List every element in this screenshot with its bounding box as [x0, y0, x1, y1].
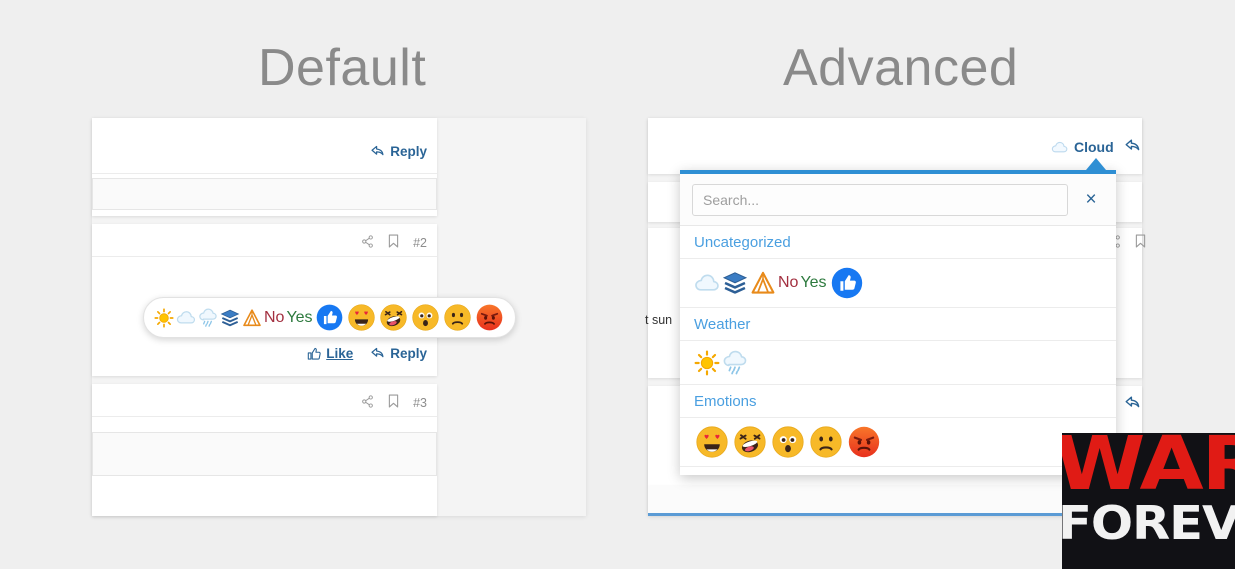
emoji-picker-popup[interactable]: × Uncategorized NoYes Weather — [680, 170, 1116, 475]
tent-icon[interactable] — [750, 270, 776, 296]
frowning-icon[interactable] — [443, 303, 473, 333]
reply-icon — [371, 145, 384, 156]
post-card-1: Reply — [92, 118, 437, 216]
no-text[interactable]: No — [264, 309, 284, 327]
category-items-row: No Yes — [680, 259, 1116, 308]
heart-eyes-icon[interactable] — [347, 303, 377, 333]
clipped-post-text: t sun — [645, 313, 673, 327]
post-2-actions: Like Reply — [307, 346, 427, 361]
watermark-line-1: WAR — [1062, 433, 1235, 507]
thumbs-up-icon[interactable] — [829, 265, 865, 301]
like-link-label: Like — [326, 346, 354, 361]
rofl-icon[interactable] — [732, 424, 768, 460]
category-header: Weather — [680, 308, 1116, 341]
shocked-icon[interactable] — [411, 303, 441, 333]
cloud-icon[interactable] — [176, 310, 196, 325]
tent-icon[interactable] — [242, 308, 262, 328]
screenshot-root: Default Advanced Reply #2 Like Reply #3 … — [0, 0, 1235, 569]
reply-link[interactable]: Reply — [371, 144, 427, 159]
close-icon[interactable]: × — [1078, 187, 1104, 213]
share-icon[interactable] — [361, 394, 374, 411]
post-card-3: #3 — [92, 384, 437, 516]
like-link[interactable]: Like — [307, 346, 353, 361]
reaction-picker-bar[interactable]: No Yes — [143, 297, 516, 338]
layers-icon[interactable] — [722, 270, 748, 296]
cloud-reaction-label: Cloud — [1074, 139, 1114, 155]
post-3-meta: #3 — [361, 394, 427, 411]
frowning-icon[interactable] — [808, 424, 844, 460]
search-input[interactable] — [692, 183, 1068, 216]
cloud-icon — [1051, 141, 1068, 153]
post-number[interactable]: #3 — [413, 396, 427, 410]
divider — [92, 416, 437, 417]
cloud-icon[interactable] — [694, 273, 720, 293]
watermark: WAR FOREVER — [1062, 433, 1235, 569]
divider — [92, 256, 437, 257]
sun-icon[interactable] — [154, 307, 174, 328]
reply-link[interactable]: Reply — [371, 346, 427, 361]
thumbs-up-icon[interactable] — [315, 303, 345, 333]
picker-categories: Uncategorized No Yes Weather Emotions — [680, 226, 1116, 467]
bookmark-icon[interactable] — [388, 394, 399, 411]
angry-icon[interactable] — [846, 424, 882, 460]
advanced-reply-icon-2[interactable] — [1125, 396, 1141, 415]
reply-link-label: Reply — [390, 144, 427, 159]
picker-caret — [1086, 158, 1106, 170]
advanced-reply-icon-1[interactable] — [1125, 139, 1141, 158]
yes-text[interactable]: Yes — [800, 274, 826, 292]
reply-link-label: Reply — [390, 346, 427, 361]
category-items-row — [680, 418, 1116, 467]
cloud-reaction-tag[interactable]: Cloud — [1051, 139, 1114, 155]
post-2-meta: #2 — [361, 234, 427, 251]
category-header: Emotions — [680, 385, 1116, 418]
page-title-default: Default — [258, 39, 427, 97]
no-text[interactable]: No — [778, 274, 798, 292]
rain-cloud-icon[interactable] — [722, 350, 748, 376]
rain-cloud-icon[interactable] — [198, 308, 218, 328]
bookmark-icon[interactable] — [1135, 234, 1146, 251]
picker-search-row: × — [680, 174, 1116, 226]
category-header: Uncategorized — [680, 226, 1116, 259]
heart-eyes-icon[interactable] — [694, 424, 730, 460]
layers-icon[interactable] — [220, 308, 240, 328]
yes-text[interactable]: Yes — [286, 309, 312, 327]
bookmark-icon[interactable] — [388, 234, 399, 251]
watermark-line-2: FOREVER — [1062, 496, 1235, 550]
page-title-advanced: Advanced — [783, 39, 1019, 97]
shocked-icon[interactable] — [770, 424, 806, 460]
post-1-body-field — [92, 178, 437, 210]
post-1-actions: Reply — [371, 144, 427, 159]
thumbs-up-outline-icon — [307, 347, 321, 360]
rofl-icon[interactable] — [379, 303, 409, 333]
category-items-row — [680, 341, 1116, 385]
share-icon[interactable] — [361, 234, 374, 251]
sun-icon[interactable] — [694, 350, 720, 376]
angry-icon[interactable] — [475, 303, 505, 333]
divider — [92, 173, 437, 174]
post-number[interactable]: #2 — [413, 236, 427, 250]
post-3-body-field — [92, 432, 437, 476]
reply-icon — [371, 347, 384, 358]
